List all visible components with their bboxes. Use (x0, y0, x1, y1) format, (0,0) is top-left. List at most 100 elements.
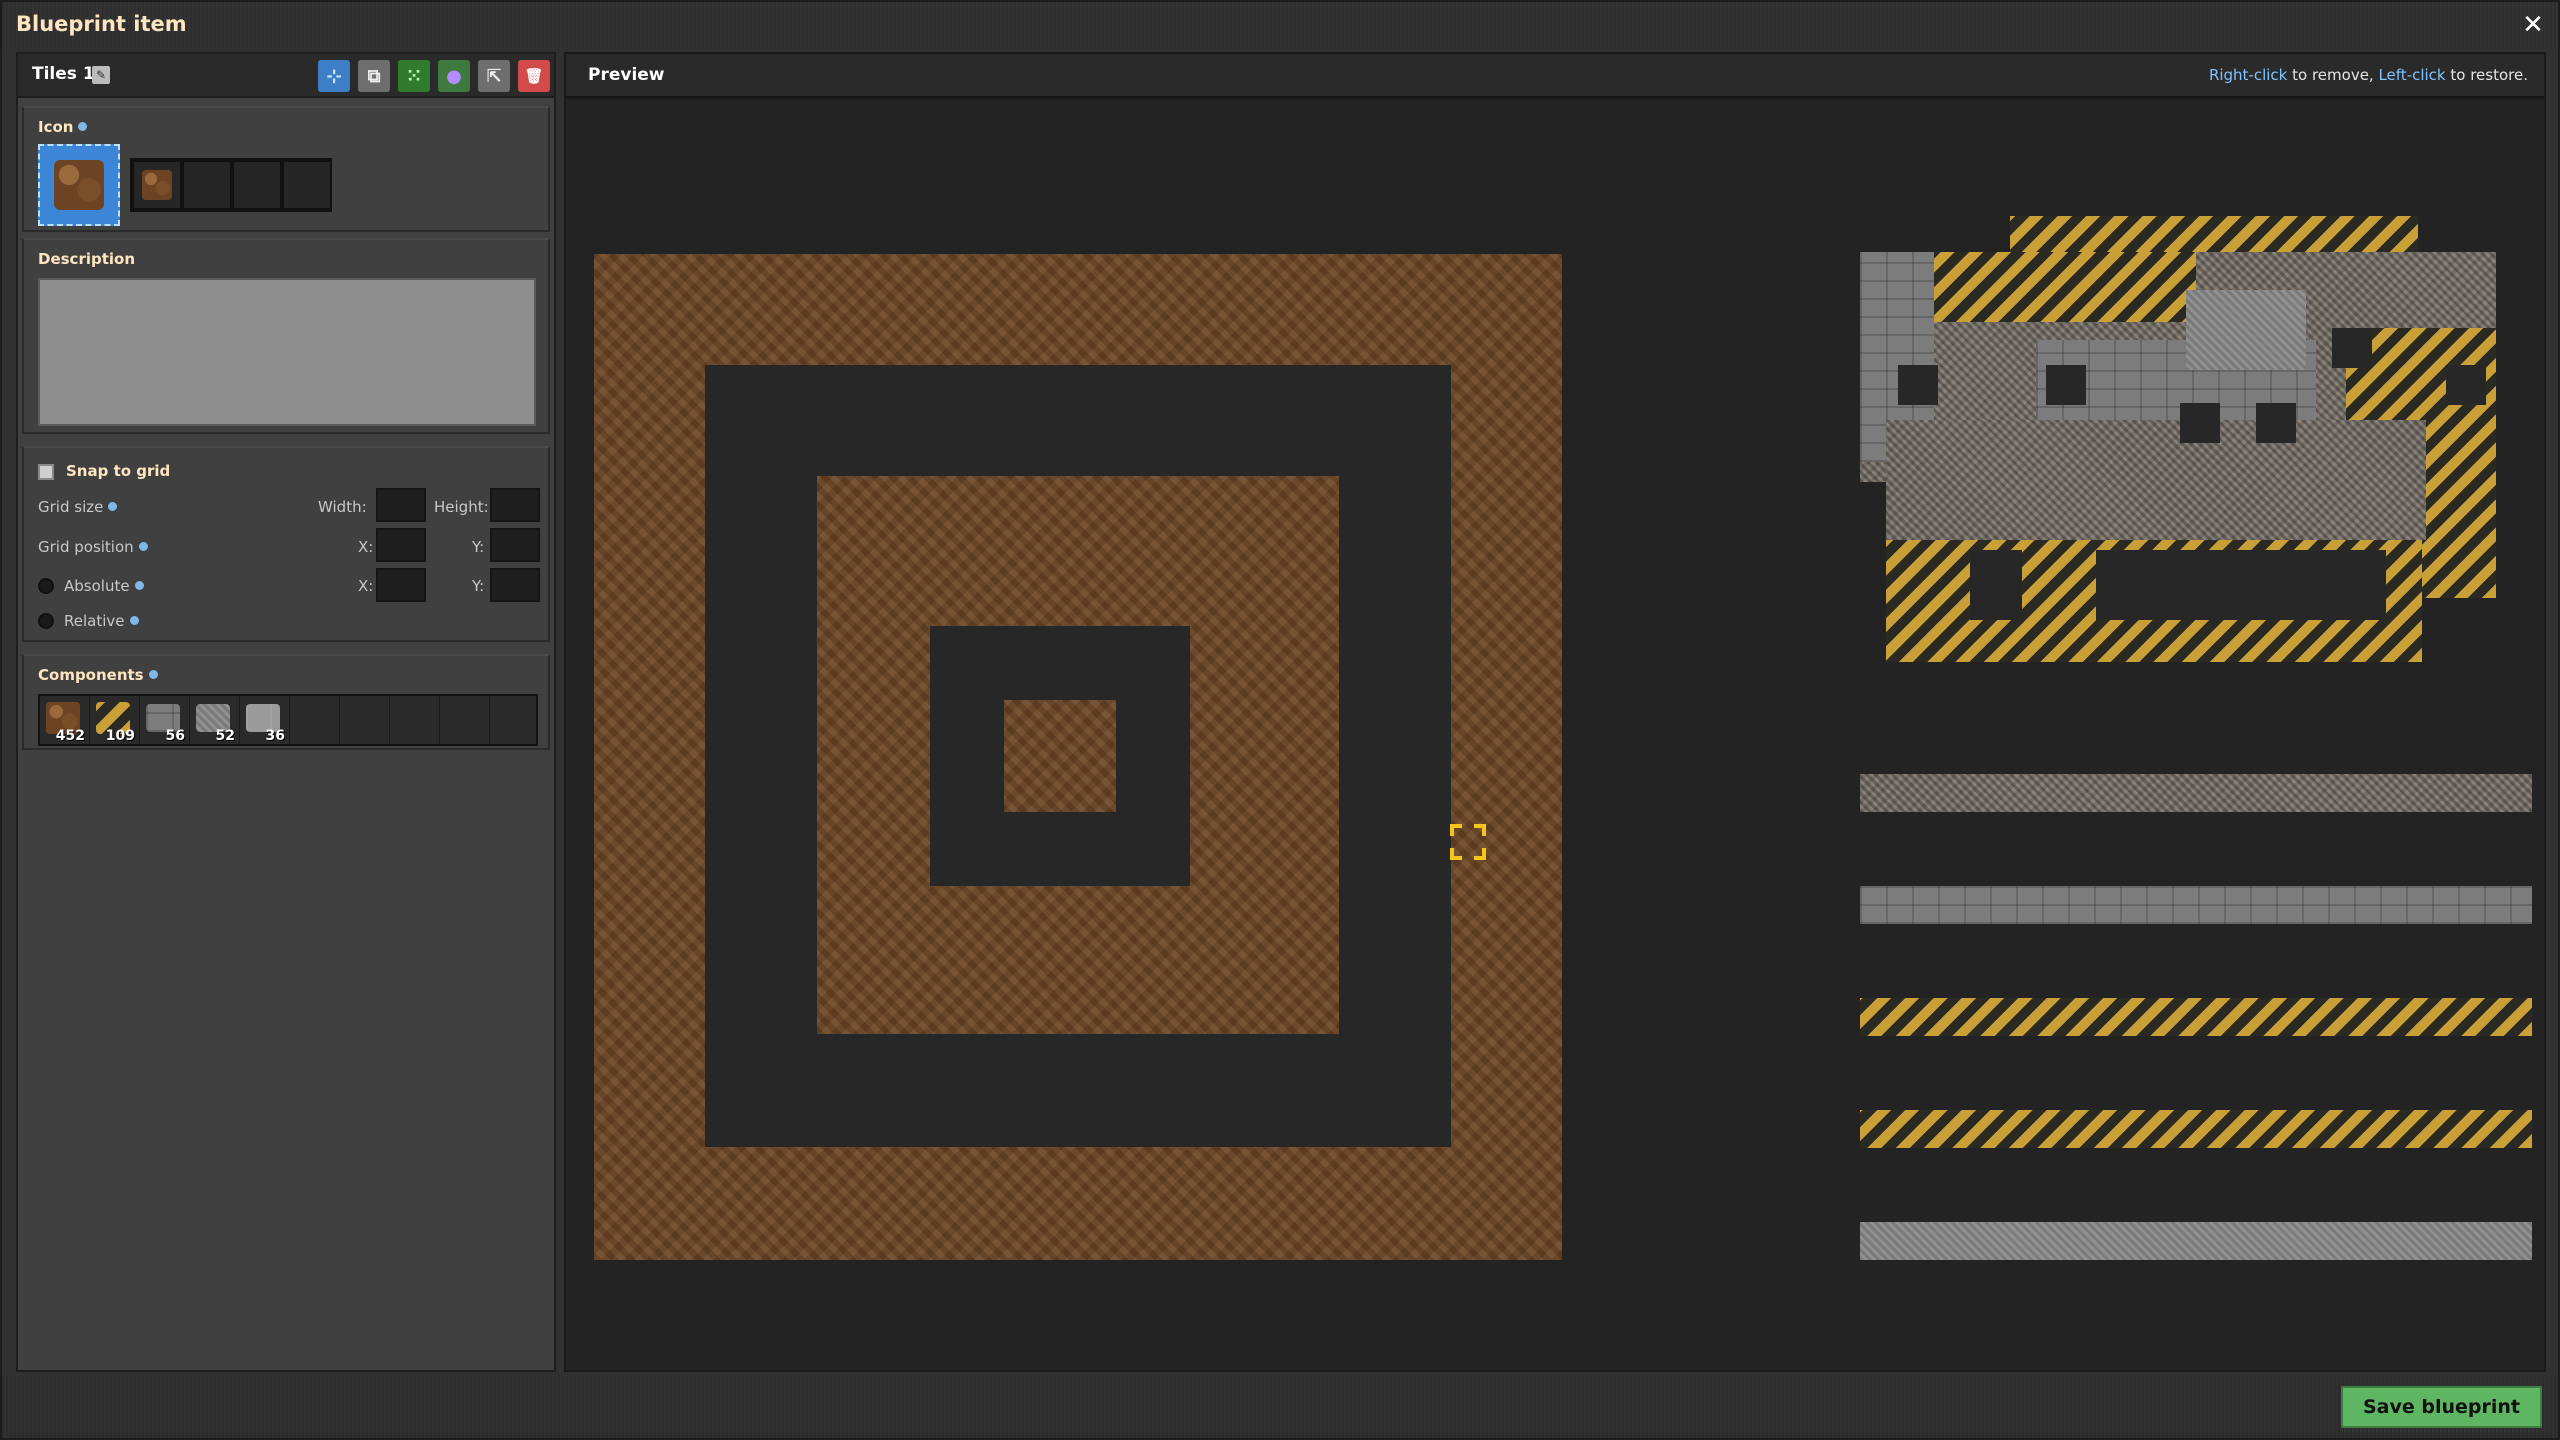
snap-to-grid-label: Snap to grid (66, 462, 171, 480)
select-area-button[interactable]: ⁙ (398, 60, 430, 92)
blueprint-name: Tiles 1 (32, 64, 95, 84)
icon-label: Icon (38, 118, 88, 136)
position-x-label: X: (358, 538, 374, 556)
gap-tile (2180, 403, 2220, 443)
gap-tile (1970, 550, 2022, 620)
grid-position-text: Grid position (38, 538, 134, 556)
grid-size-label: Grid size (38, 498, 118, 516)
component-slot[interactable]: 36 (240, 696, 290, 744)
icon-slot-3[interactable] (232, 160, 282, 210)
landfill-icon (142, 170, 172, 200)
description-label: Description (38, 250, 136, 268)
component-slot (490, 696, 536, 744)
component-slot (390, 696, 440, 744)
color-select-button[interactable]: ● (438, 60, 470, 92)
position-y-label: Y: (472, 538, 485, 556)
icon-slot-2[interactable] (182, 160, 232, 210)
component-count: 452 (55, 728, 85, 744)
right-click-hint: Right-click (2208, 66, 2288, 84)
grid-position-y-input[interactable] (490, 528, 540, 562)
concrete-strip[interactable] (1860, 1222, 2532, 1260)
absolute-x-input[interactable] (376, 568, 426, 602)
preview-header: Preview Right-click to remove, Left-clic… (566, 54, 2544, 98)
icon-slots-row (130, 158, 332, 212)
rename-icon[interactable]: ✎ (92, 66, 110, 84)
grid-size-text: Grid size (38, 498, 104, 516)
refined-hazard-strip[interactable] (1860, 1110, 2532, 1148)
snap-section: Snap to grid Grid size Width: Height: Gr… (22, 446, 550, 642)
icon-section: Icon (22, 106, 550, 232)
save-blueprint-button[interactable]: Save blueprint (2340, 1386, 2542, 1428)
component-count: 52 (215, 728, 235, 744)
info-icon[interactable] (108, 502, 118, 511)
absolute-radio[interactable] (38, 578, 54, 594)
grid-width-input[interactable] (376, 488, 426, 522)
grid-position-x-input[interactable] (376, 528, 426, 562)
hint-text-end: to restore. (2445, 66, 2528, 84)
components-row: 452 109 56 52 36 (38, 694, 538, 746)
info-icon[interactable] (148, 670, 158, 679)
blueprint-header: Tiles 1 ✎ ⊹ ⧉ ⁙ ● ⇱ 🗑 (18, 54, 554, 98)
concrete-area[interactable] (2186, 290, 2306, 370)
icon-label-text: Icon (38, 118, 74, 136)
landfill-icon (54, 160, 104, 210)
info-icon[interactable] (138, 542, 148, 551)
gap-tile (2446, 365, 2486, 405)
icon-slot-4[interactable] (282, 160, 332, 210)
selection-marker-icon[interactable] (1450, 824, 1486, 860)
left-click-hint: Left-click (2378, 66, 2446, 84)
window-title: Blueprint item (16, 12, 187, 36)
grid-position-label: Grid position (38, 538, 148, 556)
gap-tile (2332, 328, 2372, 368)
gap-tile (2096, 550, 2386, 620)
info-icon[interactable] (78, 122, 88, 131)
component-slot[interactable]: 52 (190, 696, 240, 744)
component-slot (290, 696, 340, 744)
snap-to-grid-checkbox[interactable] (38, 464, 54, 480)
copy-blueprint-button[interactable]: ⧉ (358, 60, 390, 92)
title-bar[interactable]: Blueprint item ✕ (2, 2, 2558, 50)
absolute-y-label: Y: (472, 577, 485, 595)
component-count: 56 (165, 728, 185, 744)
hazard-concrete-strip[interactable] (1860, 998, 2532, 1036)
stone-brick-strip[interactable] (1860, 886, 2532, 924)
close-button[interactable]: ✕ (2518, 10, 2548, 40)
hint-text-mid: to remove, (2287, 66, 2379, 84)
stone-path-lower[interactable] (1886, 420, 2426, 540)
hazard-strip[interactable] (1932, 252, 2196, 322)
description-input[interactable] (38, 278, 536, 426)
component-slot[interactable]: 452 (40, 696, 90, 744)
info-icon[interactable] (129, 616, 139, 625)
gap-tile (1898, 365, 1938, 405)
info-icon[interactable] (134, 581, 144, 590)
width-label: Width: (318, 498, 367, 516)
icon-slot-1[interactable] (132, 160, 182, 210)
delete-blueprint-button[interactable]: 🗑 (518, 60, 550, 92)
absolute-text: Absolute (64, 577, 130, 595)
landfill-center-tile[interactable] (1004, 700, 1116, 812)
preview-canvas[interactable] (566, 100, 2544, 1370)
component-slot (340, 696, 390, 744)
component-count: 109 (105, 728, 135, 744)
description-section: Description (22, 238, 550, 434)
absolute-x-label: X: (358, 577, 374, 595)
component-slot[interactable]: 56 (140, 696, 190, 744)
preview-panel: Preview Right-click to remove, Left-clic… (564, 52, 2546, 1372)
stone-path-strip[interactable] (1860, 774, 2532, 812)
preview-title: Preview (588, 65, 665, 85)
grid-height-input[interactable] (490, 488, 540, 522)
primary-icon-slot[interactable] (38, 144, 120, 226)
select-area-icon: ⁙ (406, 65, 422, 87)
components-text: Components (38, 666, 144, 684)
select-new-contents-button[interactable]: ⊹ (318, 60, 350, 92)
component-slot[interactable]: 109 (90, 696, 140, 744)
relative-text: Relative (64, 612, 125, 630)
height-label: Height: (434, 498, 489, 516)
blueprint-window: Blueprint item ✕ Tiles 1 ✎ ⊹ ⧉ ⁙ ● ⇱ 🗑 I… (0, 0, 2560, 1440)
footer-bar: Save blueprint (2, 1376, 2558, 1438)
absolute-y-input[interactable] (490, 568, 540, 602)
gap-tile (2046, 365, 2086, 405)
relative-radio[interactable] (38, 613, 54, 629)
components-section: Components 452 109 56 52 36 (22, 654, 550, 750)
export-string-button[interactable]: ⇱ (478, 60, 510, 92)
